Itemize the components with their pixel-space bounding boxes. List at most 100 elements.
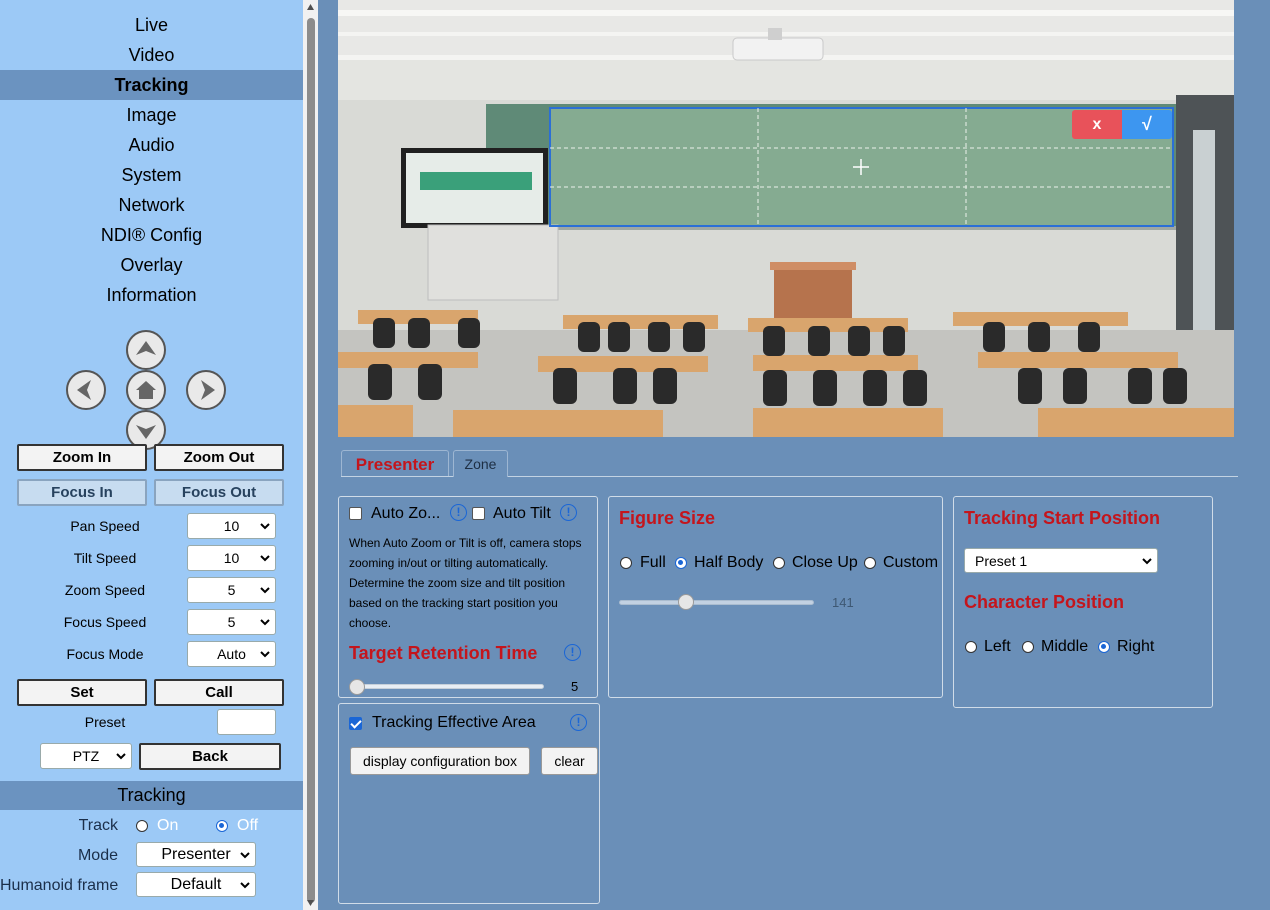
tab-presenter[interactable]: Presenter [341, 450, 449, 477]
nav-item-image[interactable]: Image [0, 100, 303, 130]
figure-custom-label: Custom [883, 554, 939, 571]
clear-button[interactable]: clear [541, 747, 598, 775]
preset-row: Preset [0, 709, 303, 735]
focus-mode-select[interactable]: Auto [187, 641, 276, 667]
tab-zone[interactable]: Zone [453, 450, 508, 477]
nav-item-tracking[interactable]: Tracking [0, 70, 303, 100]
chevron-down-icon [260, 523, 270, 530]
info-icon[interactable]: ! [560, 504, 577, 521]
character-position-title: Character Position [964, 592, 1125, 612]
focus-out-button[interactable]: Focus Out [154, 479, 284, 506]
auto-zoom-checkbox[interactable] [349, 507, 362, 520]
nav-item-audio[interactable]: Audio [0, 130, 303, 160]
ptz-mode-select[interactable]: PTZ [40, 743, 132, 769]
pan-speed-row: Pan Speed 10 [0, 513, 303, 539]
auto-zoom-tilt-panel: Auto Zo... ! Auto Tilt ! When Auto Zoom … [338, 496, 598, 698]
nav-item-video[interactable]: Video [0, 40, 303, 70]
figure-size-slider[interactable] [619, 600, 814, 605]
figure-size-slider-thumb[interactable] [677, 594, 694, 610]
auto-tilt-label: Auto Tilt [493, 505, 551, 522]
figure-custom-radio[interactable] [864, 557, 876, 569]
mode-row: Mode Presenter [0, 842, 303, 868]
pan-speed-label: Pan Speed [70, 518, 140, 534]
info-icon[interactable]: ! [450, 504, 467, 521]
auto-tilt-checkbox[interactable] [472, 507, 485, 520]
scrollbar-thumb[interactable] [307, 18, 315, 903]
retention-slider[interactable] [349, 684, 544, 689]
pan-speed-select[interactable]: 10 [187, 513, 276, 539]
focus-mode-row: Focus Mode Auto [0, 641, 303, 667]
character-middle-radio[interactable] [1022, 641, 1034, 653]
arrow-up-icon [136, 341, 156, 355]
tilt-speed-select[interactable]: 10 [187, 545, 276, 571]
auto-zoom-description: When Auto Zoom or Tilt is off, camera st… [349, 536, 582, 630]
retention-value: 5 [571, 679, 579, 694]
nav-item-system[interactable]: System [0, 160, 303, 190]
character-middle-label: Middle [1041, 638, 1089, 655]
figure-size-title: Figure Size [619, 508, 716, 528]
sidebar-scrollbar[interactable] [303, 0, 318, 910]
tilt-speed-row: Tilt Speed 10 [0, 545, 303, 571]
nav-item-ndi-config[interactable]: NDI® Config [0, 220, 303, 250]
info-icon[interactable]: ! [564, 644, 581, 661]
nav-item-live[interactable]: Live [0, 10, 303, 40]
classroom-camera-feed [338, 0, 1234, 437]
humanoid-frame-select[interactable]: Default [136, 872, 256, 897]
nav-item-network[interactable]: Network [0, 190, 303, 220]
start-position-select[interactable]: Preset 1 [964, 548, 1158, 573]
retention-title: Target Retention Time [349, 643, 538, 663]
direction-pad [0, 322, 303, 452]
figure-size-panel: Figure Size Full Half Body Close Up Cust… [608, 496, 943, 698]
area-cancel-button[interactable]: x [1072, 110, 1122, 139]
focus-speed-select[interactable]: 5 [187, 609, 276, 635]
zoom-speed-select[interactable]: 5 [187, 577, 276, 603]
zoom-in-button[interactable]: Zoom In [17, 444, 147, 471]
character-right-radio[interactable] [1098, 641, 1110, 653]
character-left-radio[interactable] [965, 641, 977, 653]
zoom-out-button[interactable]: Zoom Out [154, 444, 284, 471]
display-config-box-button[interactable]: display configuration box [350, 747, 530, 775]
start-position-value: Preset 1 [975, 553, 1028, 569]
focus-in-button[interactable]: Focus In [17, 479, 147, 506]
video-preview[interactable]: x √ [338, 0, 1234, 437]
pan-left-button[interactable] [66, 370, 106, 410]
scroll-up-icon[interactable] [306, 3, 315, 11]
chevron-down-icon [116, 753, 126, 760]
chevron-down-icon [260, 555, 270, 562]
pan-up-button[interactable] [126, 330, 166, 370]
tab-divider-left [341, 476, 453, 477]
focus-mode-value: Auto [217, 646, 246, 662]
scroll-down-icon[interactable] [306, 899, 315, 907]
pan-right-button[interactable] [186, 370, 226, 410]
focus-buttons: Focus In Focus Out [17, 479, 284, 506]
figure-full-label: Full [640, 554, 666, 571]
zoom-speed-value: 5 [227, 582, 236, 598]
mode-select[interactable]: Presenter [136, 842, 256, 867]
track-on-radio[interactable] [136, 820, 148, 832]
set-preset-button[interactable]: Set [17, 679, 147, 706]
chevron-down-icon [240, 852, 250, 859]
figure-size-value: 141 [832, 595, 854, 610]
zoom-buttons: Zoom In Zoom Out [17, 444, 284, 471]
retention-slider-thumb[interactable] [349, 679, 365, 695]
effective-area-checkbox[interactable] [349, 717, 362, 730]
nav-item-information[interactable]: Information [0, 280, 303, 310]
track-off-radio[interactable] [216, 820, 228, 832]
chevron-down-icon [260, 619, 270, 626]
area-confirm-button[interactable]: √ [1122, 110, 1172, 139]
info-icon[interactable]: ! [570, 714, 587, 731]
figure-half-body-radio[interactable] [675, 557, 687, 569]
chevron-down-icon [240, 882, 250, 889]
focus-speed-value: 5 [227, 614, 236, 630]
focus-speed-label: Focus Speed [63, 614, 147, 630]
nav-list: Live Video Tracking Image Audio System N… [0, 0, 303, 310]
call-preset-button[interactable]: Call [154, 679, 284, 706]
figure-full-radio[interactable] [620, 557, 632, 569]
preset-input[interactable] [217, 709, 276, 735]
figure-close-up-radio[interactable] [773, 557, 785, 569]
back-button[interactable]: Back [139, 743, 281, 770]
pan-speed-value: 10 [223, 518, 240, 534]
nav-item-overlay[interactable]: Overlay [0, 250, 303, 280]
arrow-right-icon [201, 380, 215, 400]
home-button[interactable] [126, 370, 166, 410]
